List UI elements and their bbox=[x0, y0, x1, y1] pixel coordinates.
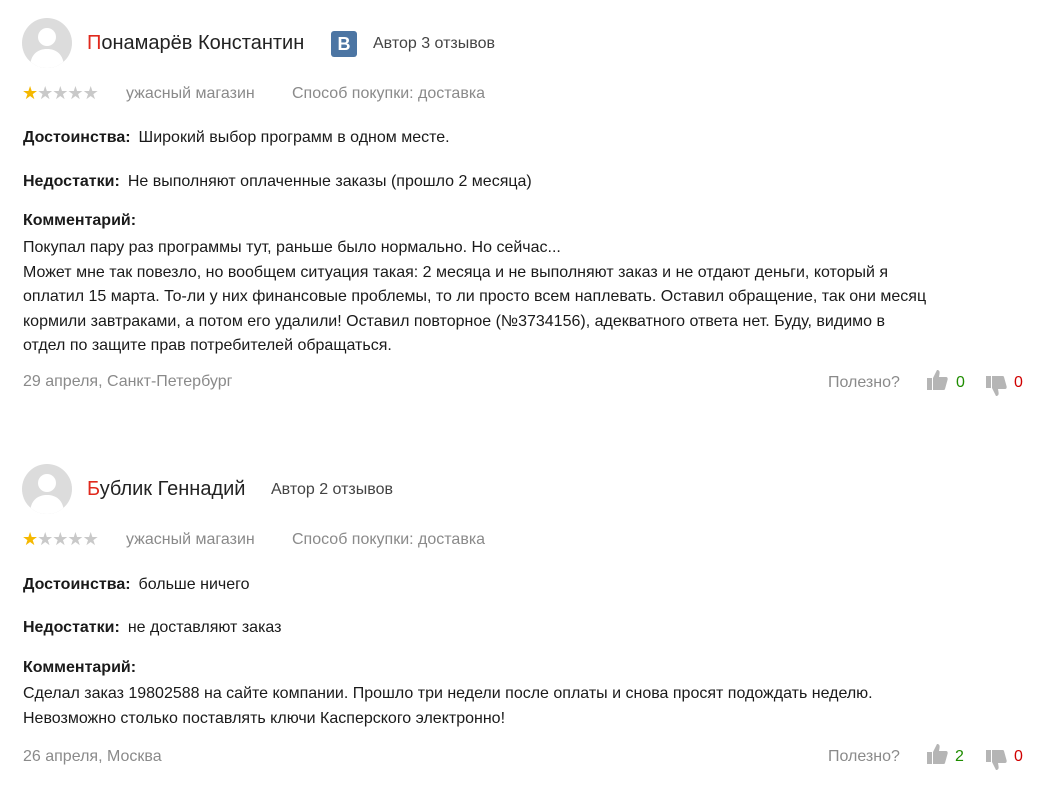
date-location: 26 апреля, Москва bbox=[23, 748, 162, 765]
star-icon: ★ bbox=[67, 529, 83, 549]
pros-label: Достоинства: bbox=[23, 576, 131, 593]
avatar[interactable] bbox=[22, 18, 72, 68]
comment-line: отдел по защите прав потребителей обраща… bbox=[23, 337, 392, 354]
cons-label: Недостатки: bbox=[23, 619, 120, 636]
star-icon: ★ bbox=[52, 83, 68, 103]
rating-label: ужасный магазин bbox=[126, 531, 255, 548]
rating-label: ужасный магазин bbox=[126, 85, 255, 102]
comment-line: Покупал пару раз программы тут, раньше б… bbox=[23, 239, 561, 256]
thumbs-down-icon[interactable] bbox=[985, 374, 1007, 398]
cons-label: Недостатки: bbox=[23, 173, 120, 190]
avatar-placeholder-icon bbox=[30, 474, 64, 514]
star-icon: ★ bbox=[37, 83, 53, 103]
useful-label: Полезно? bbox=[828, 748, 900, 765]
comment-label: Комментарий: bbox=[23, 212, 137, 229]
star-icon: ★ bbox=[82, 83, 99, 103]
cons-text: не доставляют заказ bbox=[127, 619, 282, 636]
star-icon: ★ bbox=[22, 83, 38, 103]
cons-row: Недостатки: Не выполняют оплаченные заказ… bbox=[23, 173, 532, 191]
purchase-method: Способ покупки: доставка bbox=[292, 85, 486, 102]
comment-text: Сделал заказ 19802588 на сайте компании.… bbox=[23, 682, 1033, 731]
pros-text: больше ничего bbox=[138, 576, 250, 593]
author-reviews-count[interactable]: Автор 2 отзывов bbox=[271, 481, 393, 499]
vk-icon[interactable]: B bbox=[331, 31, 357, 57]
comment-text: Покупал пару раз программы тут, раньше б… bbox=[23, 236, 1033, 359]
comment-label: Комментарий: bbox=[23, 659, 137, 676]
dislikes-count[interactable]: 0 bbox=[1014, 374, 1023, 392]
thumbs-up-icon[interactable] bbox=[926, 368, 948, 392]
avatar[interactable] bbox=[22, 464, 72, 514]
star-icon: ★ bbox=[67, 83, 83, 103]
author-reviews-count[interactable]: Автор 3 отзывов bbox=[373, 35, 495, 53]
useful-label: Полезно? bbox=[828, 374, 900, 391]
star-icon: ★ bbox=[82, 529, 99, 549]
comment-line: Может мне так повезло, но вообщем ситуац… bbox=[23, 263, 889, 281]
comment-line: Сделал заказ 19802588 на сайте компании.… bbox=[23, 685, 873, 702]
author-name-initial: П bbox=[87, 32, 102, 54]
purchase-method: Способ покупки: доставка bbox=[292, 531, 486, 548]
cons-text: Не выполняют оплаченные заказы (прошло 2… bbox=[127, 173, 532, 190]
pros-text: Широкий выбор программ в одном месте. bbox=[138, 129, 450, 146]
likes-count[interactable]: 2 bbox=[955, 748, 964, 766]
pros-label: Достоинства: bbox=[23, 129, 131, 146]
author-name-rest: онамарёв Константин bbox=[101, 32, 305, 54]
star-icon: ★ bbox=[52, 529, 68, 549]
likes-count[interactable]: 0 bbox=[956, 374, 965, 392]
thumbs-down-icon[interactable] bbox=[985, 748, 1007, 772]
comment-line: Невозможно столько поставлять ключи Касп… bbox=[23, 709, 506, 727]
star-rating: ★★★★★ bbox=[22, 83, 99, 103]
author-name[interactable]: Понамарёв Константин bbox=[87, 32, 304, 55]
pros-row: Достоинства: больше ничего bbox=[23, 576, 250, 594]
cons-row: Недостатки: не доставляют заказ bbox=[23, 619, 281, 637]
dislikes-count[interactable]: 0 bbox=[1014, 748, 1023, 766]
comment-line: кормили завтраками, а потом его удалили!… bbox=[23, 312, 885, 330]
star-icon: ★ bbox=[22, 529, 38, 549]
avatar-placeholder-icon bbox=[30, 28, 64, 68]
author-name-initial: Б bbox=[87, 478, 100, 500]
thumbs-up-icon[interactable] bbox=[926, 742, 948, 766]
star-icon: ★ bbox=[37, 529, 53, 549]
star-rating: ★★★★★ bbox=[22, 529, 99, 549]
author-name[interactable]: Бублик Геннадий bbox=[87, 478, 245, 501]
author-name-rest: ублик Геннадий bbox=[99, 478, 246, 500]
comment-line: оплатил 15 марта. То-ли у них финансовые… bbox=[23, 288, 927, 305]
date-location: 29 апреля, Санкт-Петербург bbox=[23, 373, 233, 390]
pros-row: Достоинства: Широкий выбор программ в одн… bbox=[23, 129, 450, 147]
